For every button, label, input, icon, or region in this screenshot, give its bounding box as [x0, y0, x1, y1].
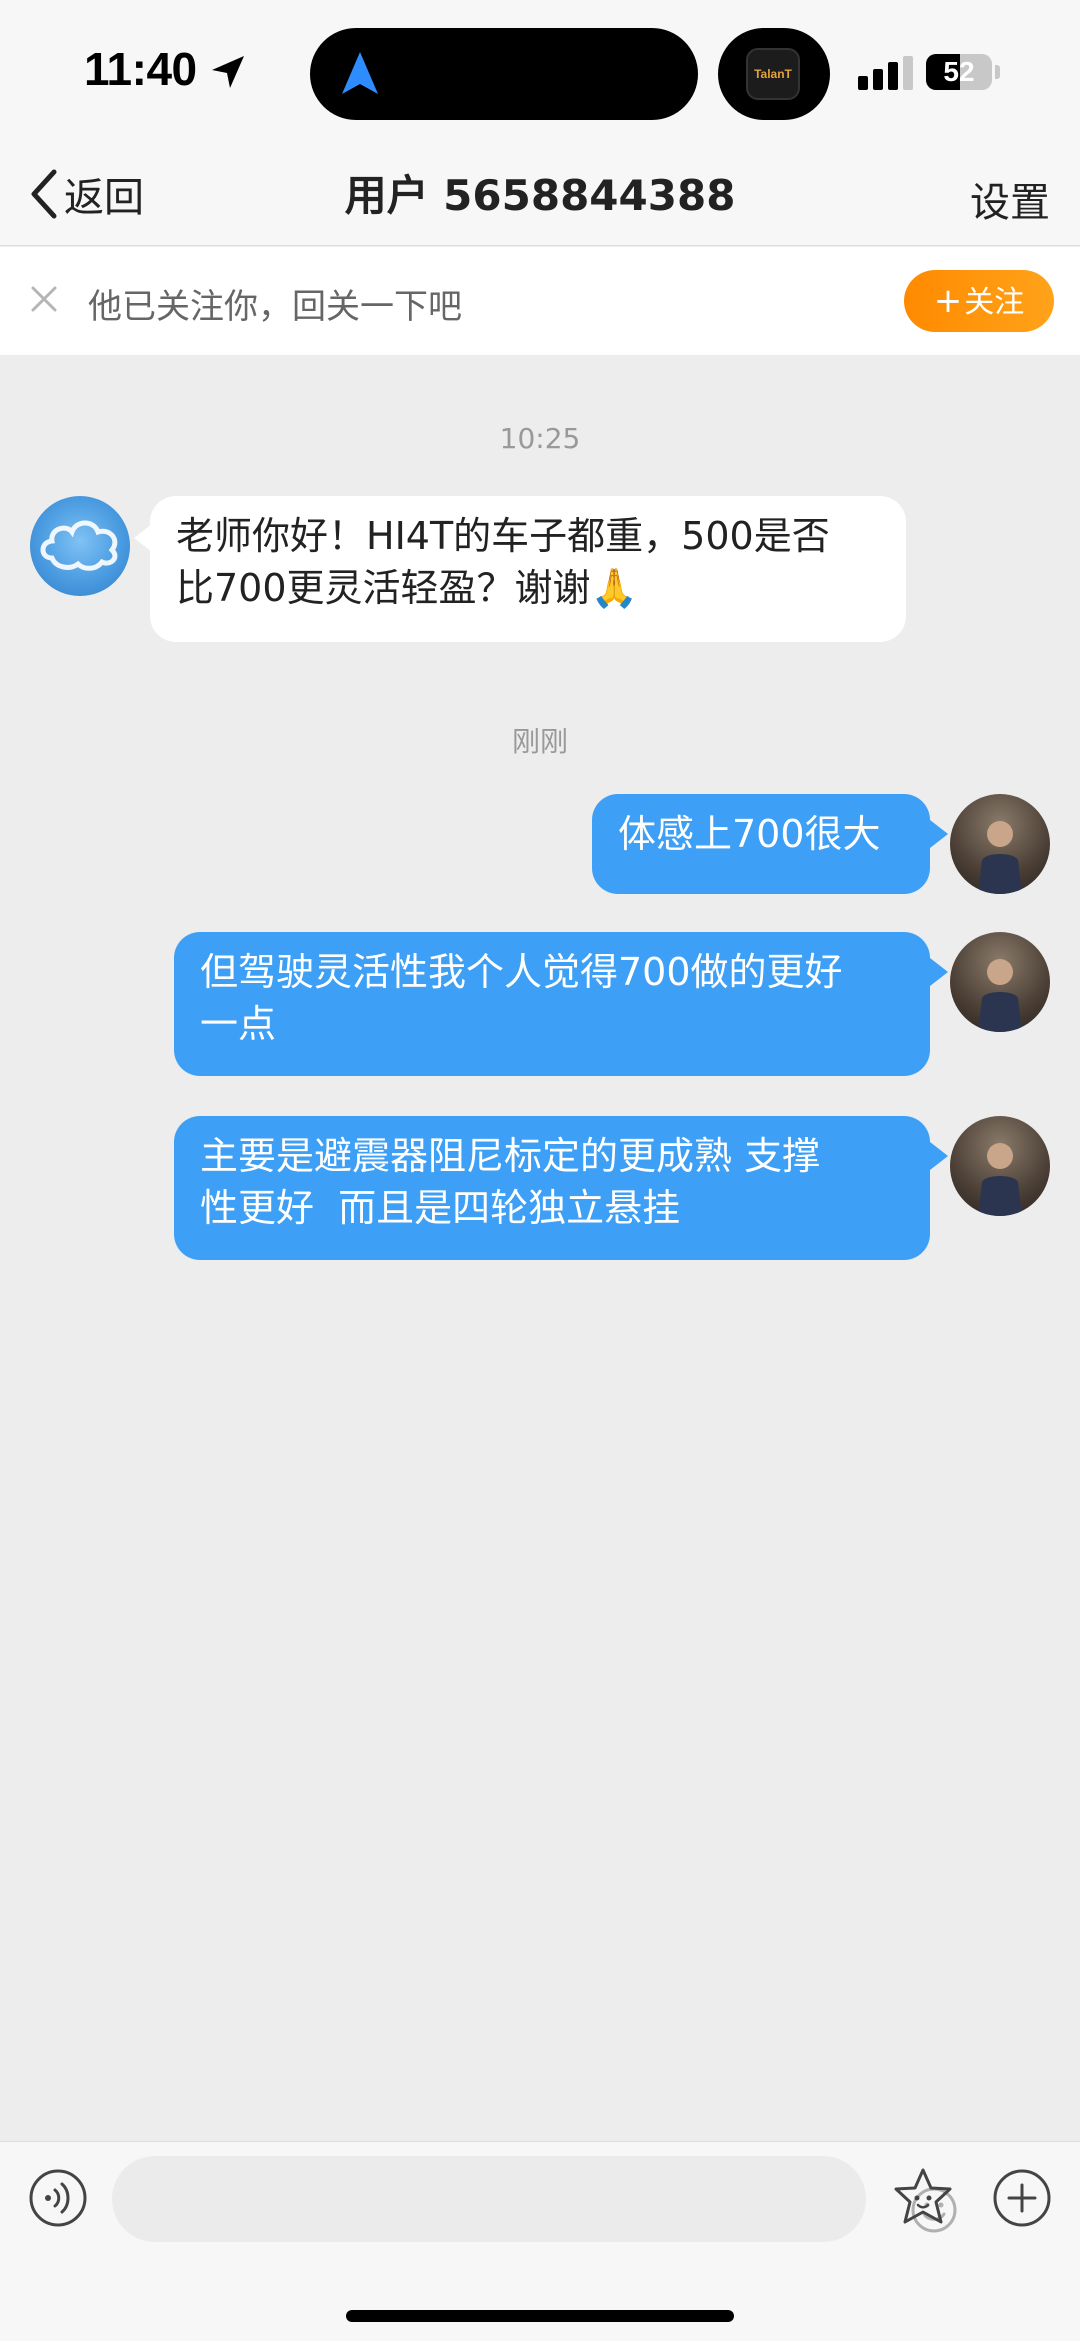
status-time: 11:40 — [84, 43, 197, 95]
message-bubble-outgoing[interactable]: 体感上700很大 — [592, 794, 930, 894]
bubble-tail — [930, 1142, 948, 1170]
chat-timestamp: 刚刚 — [511, 725, 568, 758]
follow-button-label: 关注 — [964, 285, 1025, 320]
close-icon[interactable] — [30, 285, 58, 313]
navigation-bar: 返回 用户 5658844388 设置 — [0, 140, 1080, 246]
navigation-arrow-icon — [342, 52, 378, 94]
person-icon — [978, 1143, 1022, 1216]
message-line: 但驾驶灵活性我个人觉得700做的更好 — [200, 950, 843, 994]
message-line: 体感上700很大 — [618, 812, 881, 856]
location-arrow-icon — [212, 56, 244, 88]
plus-icon: + — [933, 281, 963, 321]
battery-indicator: 52 — [926, 54, 992, 90]
message-line: 比700更灵活轻盈？谢谢🙏 — [176, 566, 638, 610]
plus-icon[interactable] — [992, 2168, 1052, 2228]
my-avatar[interactable] — [950, 794, 1050, 894]
sticker-icon[interactable] — [892, 2166, 954, 2228]
message-input[interactable] — [112, 2156, 957, 2242]
message-bubble-outgoing[interactable]: 但驾驶灵活性我个人觉得700做的更好 一点 — [174, 932, 930, 1076]
message-line: 一点 — [200, 1002, 277, 1046]
bubble-tail — [930, 820, 948, 848]
talant-app-icon: TalanT — [746, 48, 800, 100]
bubble-tail — [930, 958, 948, 986]
status-bar: 11:40 TalanT 52 — [0, 0, 1080, 140]
person-icon — [978, 959, 1022, 1032]
home-indicator[interactable] — [346, 2310, 734, 2322]
dynamic-island-app[interactable]: TalanT — [718, 28, 830, 120]
message-bubble-outgoing[interactable]: 主要是避震器阻尼标定的更成熟 支撑 性更好 而且是四轮独立悬挂 — [174, 1116, 930, 1260]
message-line: 老师你好！HI4T的车子都重，500是否 — [176, 514, 830, 558]
person-icon — [978, 821, 1022, 894]
contact-avatar[interactable] — [30, 496, 130, 596]
my-avatar[interactable] — [950, 1116, 1050, 1216]
battery-level-text: 52 — [943, 56, 975, 87]
follow-button[interactable]: +关注 — [904, 270, 1054, 332]
battery-cap — [995, 65, 1000, 79]
chat-timestamp: 10:25 — [499, 422, 581, 455]
cloud-icon — [40, 520, 118, 571]
voice-icon[interactable] — [28, 2168, 88, 2228]
follow-back-banner: 他已关注你，回关一下吧 +关注 — [0, 247, 1080, 355]
my-avatar[interactable] — [950, 932, 1050, 1032]
message-line: 主要是避震器阻尼标定的更成熟 支撑 — [200, 1134, 821, 1178]
message-line: 性更好 而且是四轮独立悬挂 — [200, 1186, 681, 1230]
dynamic-island[interactable] — [310, 28, 698, 120]
message-bubble-incoming[interactable]: 老师你好！HI4T的车子都重，500是否 比700更灵活轻盈？谢谢🙏 — [150, 496, 906, 642]
settings-button[interactable]: 设置 — [970, 170, 1050, 228]
follow-back-text: 他已关注你，回关一下吧 — [88, 287, 462, 327]
page-title: 用户 5658844388 — [344, 171, 736, 220]
cellular-signal-icon — [858, 56, 913, 90]
